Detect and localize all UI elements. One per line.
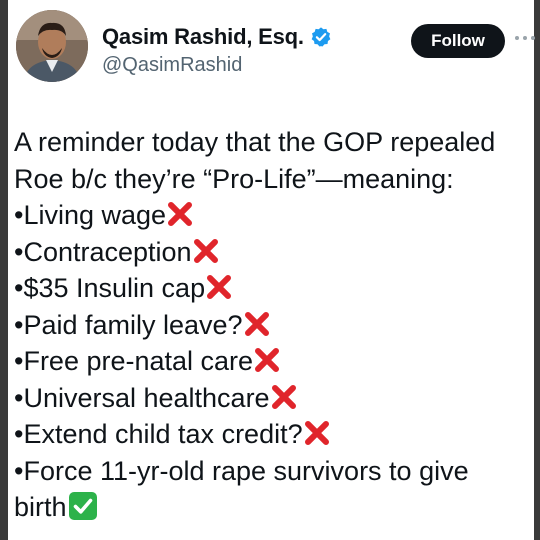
list-item-continuation: birth: [14, 489, 524, 526]
check-mark-icon: [68, 492, 97, 520]
list-item: •Universal healthcare: [14, 380, 524, 417]
tweet-card: Qasim Rashid, Esq. @QasimRashid Follow A…: [0, 0, 540, 540]
intro-line: Roe b/c they’re “Pro-Life”—meaning:: [14, 163, 454, 194]
list-item: •Force 11-yr-old rape survivors to give: [14, 453, 524, 490]
list-item: •Contraception: [14, 234, 524, 271]
frame-edge-left: [0, 0, 8, 540]
list-item-text: Force 11-yr-old rape survivors to give: [23, 455, 469, 486]
handle[interactable]: @QasimRashid: [102, 54, 242, 77]
cross-mark-icon: [193, 238, 218, 263]
cross-mark-icon: [207, 275, 232, 299]
list-item: •Free pre-natal care: [14, 343, 524, 380]
tweet-header: Qasim Rashid, Esq. @QasimRashid Follow: [16, 10, 535, 84]
list-item-text: Extend child tax credit?: [23, 419, 303, 449]
cross-mark-icon: [304, 421, 329, 445]
list-item-text: Free pre-natal care: [23, 346, 254, 376]
frame-edge-right: [534, 0, 540, 540]
cross-mark-icon: [168, 202, 193, 226]
list-item: •Living wage: [14, 197, 524, 234]
list-item: •Extend child tax credit?: [14, 416, 524, 453]
list-item: •Paid family leave?: [14, 307, 524, 344]
list-item-text: birth: [14, 492, 67, 522]
list-item-text: Paid family leave?: [23, 309, 243, 340]
list-item: •$35 Insulin cap: [14, 270, 524, 307]
list-item-text: $35 Insulin cap: [23, 273, 206, 303]
intro-line: A reminder today that the GOP repealed: [14, 127, 496, 157]
cross-mark-icon: [244, 311, 269, 336]
display-name[interactable]: Qasim Rashid, Esq.: [102, 24, 304, 50]
more-horizontal-icon[interactable]: [512, 28, 538, 48]
person-avatar-icon: [16, 10, 88, 82]
name-row: Qasim Rashid, Esq.: [102, 24, 332, 50]
cross-mark-icon: [255, 348, 280, 372]
follow-button[interactable]: Follow: [411, 24, 505, 58]
list-item-text: Universal healthcare: [23, 382, 270, 413]
cross-mark-icon: [271, 384, 296, 409]
tweet-text: A reminder today that the GOP repealed R…: [14, 124, 524, 526]
avatar[interactable]: [16, 10, 88, 82]
verified-badge-icon: [311, 27, 331, 47]
list-item-text: Living wage: [23, 200, 167, 230]
list-item-text: Contraception: [23, 236, 192, 267]
